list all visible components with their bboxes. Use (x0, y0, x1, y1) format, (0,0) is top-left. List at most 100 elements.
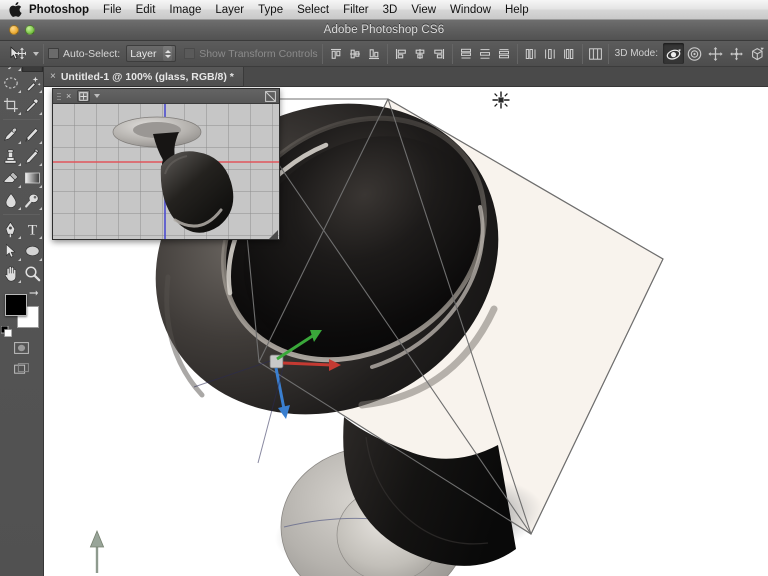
screen-mode-icon[interactable] (13, 361, 30, 376)
hand-tool-icon[interactable] (0, 262, 22, 284)
foreground-color-swatch[interactable] (5, 294, 27, 316)
minimize-button[interactable] (9, 25, 19, 35)
slide-3d-camera-icon[interactable] (726, 43, 747, 64)
default-colors-icon[interactable] (0, 324, 12, 337)
blur-tool-icon[interactable] (0, 189, 22, 211)
align-vertical-centers-icon[interactable] (346, 44, 364, 63)
spot-healing-brush-tool-icon[interactable] (0, 123, 22, 145)
eyedropper-tool-icon[interactable] (22, 94, 44, 116)
elliptical-marquee-tool-icon[interactable] (0, 72, 22, 94)
menu-item-view[interactable]: View (404, 0, 443, 20)
align-top-edges-icon[interactable] (327, 44, 345, 63)
crop-tool-icon[interactable] (0, 94, 22, 116)
menu-item-3d[interactable]: 3D (376, 0, 405, 20)
history-brush-tool-icon[interactable] (22, 145, 44, 167)
tool-row (0, 262, 43, 284)
tool-row (0, 123, 43, 145)
menu-item-edit[interactable]: Edit (129, 0, 163, 20)
tool-more-corner-icon (17, 163, 21, 166)
options-separator-2 (321, 43, 323, 64)
align-right-edges-icon[interactable] (430, 44, 448, 63)
tool-more-corner-icon (17, 185, 21, 188)
menu-item-image[interactable]: Image (162, 0, 208, 20)
menu-item-photoshop[interactable]: Photoshop (25, 0, 96, 20)
clone-stamp-tool-icon[interactable] (0, 145, 22, 167)
3d-secondary-view-panel[interactable]: × (52, 88, 280, 240)
roll-3d-camera-icon[interactable] (684, 43, 705, 64)
zoom-3d-camera-icon[interactable] (747, 43, 768, 64)
align-horizontal-centers-icon[interactable] (411, 44, 429, 63)
distribute-right-edges-icon[interactable] (560, 44, 578, 63)
zoom-tool-icon[interactable] (22, 262, 44, 284)
secondary-view-scene (53, 104, 279, 239)
path-selection-tool-icon[interactable] (0, 240, 22, 262)
options-separator-3 (386, 43, 388, 64)
tool-row: T (0, 218, 43, 240)
tool-more-corner-icon (17, 90, 21, 93)
zoom-button[interactable] (25, 25, 35, 35)
secondary-view-icon[interactable] (77, 90, 91, 102)
secondary-view-canvas[interactable] (53, 104, 279, 239)
distribute-vertical-centers-icon[interactable] (476, 44, 494, 63)
tool-more-corner-icon (39, 141, 42, 144)
distribute-left-edges-icon[interactable] (522, 44, 540, 63)
menu-item-filter[interactable]: Filter (336, 0, 376, 20)
magic-wand-tool-icon[interactable] (22, 72, 44, 94)
move-tool-icon[interactable] (4, 44, 30, 64)
tool-options-bar: Auto-Select: Layer Show Transform Contro… (0, 41, 768, 67)
tool-row (0, 72, 43, 94)
show-transform-controls-checkbox[interactable] (184, 48, 196, 59)
align-left-edges-icon[interactable] (392, 44, 410, 63)
application-title-bar: Adobe Photoshop CS6 (0, 20, 768, 41)
menu-item-layer[interactable]: Layer (208, 0, 251, 20)
tool-more-corner-icon (17, 112, 21, 115)
auto-select-target-dropdown[interactable]: Layer (126, 45, 177, 62)
distribute-horizontal-centers-icon[interactable] (541, 44, 559, 63)
tool-row (0, 167, 43, 189)
auto-align-layers-icon[interactable] (587, 44, 604, 63)
tool-more-corner-icon (17, 258, 21, 261)
eraser-tool-icon[interactable] (0, 167, 22, 189)
align-horizontal-group (392, 44, 448, 63)
tool-divider (3, 214, 40, 215)
swap-colors-icon[interactable] (28, 290, 39, 304)
dodge-tool-icon[interactable] (22, 189, 44, 211)
macos-menu-bar: Photoshop File Edit Image Layer Type Sel… (0, 0, 768, 20)
panel-grip[interactable] (55, 89, 63, 104)
menu-item-file[interactable]: File (96, 0, 129, 20)
ellipse-shape-tool-icon[interactable] (22, 240, 44, 262)
gradient-tool-icon[interactable] (22, 167, 44, 189)
distribute-bottom-edges-icon[interactable] (495, 44, 513, 63)
align-bottom-edges-icon[interactable] (365, 44, 383, 63)
document-tab[interactable]: × Untitled-1 @ 100% (glass, RGB/8) * (44, 67, 244, 87)
tool-more-corner-icon (39, 236, 42, 239)
screen-mode-row (0, 361, 43, 376)
close-icon[interactable]: × (66, 91, 71, 101)
menu-item-window[interactable]: Window (443, 0, 498, 20)
close-icon[interactable]: × (50, 71, 56, 82)
auto-select-checkbox[interactable] (48, 48, 59, 59)
pen-tool-icon[interactable] (0, 218, 22, 240)
horizontal-type-tool-icon[interactable]: T (22, 218, 44, 240)
panel-resize-grip-icon[interactable] (267, 227, 279, 239)
window-title: Adobe Photoshop CS6 (323, 24, 445, 36)
dropdown-arrows-icon (163, 46, 173, 61)
distribute-top-edges-icon[interactable] (457, 44, 475, 63)
tool-divider (3, 119, 40, 120)
menu-item-type[interactable]: Type (251, 0, 290, 20)
pan-3d-camera-icon[interactable] (705, 43, 726, 64)
menu-item-select[interactable]: Select (290, 0, 336, 20)
quick-mask-mode-icon[interactable] (13, 340, 30, 355)
panel-menu-caret-icon[interactable] (94, 94, 101, 98)
tool-more-corner-icon (17, 280, 21, 283)
auto-select-target-value: Layer (130, 47, 157, 60)
brush-tool-icon[interactable] (22, 123, 44, 145)
panel-header[interactable]: × (53, 89, 279, 104)
apple-logo-icon[interactable] (5, 0, 25, 20)
3d-mode-label: 3D Mode: (614, 48, 658, 59)
menu-item-help[interactable]: Help (498, 0, 536, 20)
tool-preset-caret-icon[interactable] (33, 51, 39, 56)
orbit-3d-camera-icon[interactable] (663, 43, 684, 64)
tool-more-corner-icon (39, 258, 42, 261)
panel-corner-icon[interactable] (264, 90, 277, 102)
